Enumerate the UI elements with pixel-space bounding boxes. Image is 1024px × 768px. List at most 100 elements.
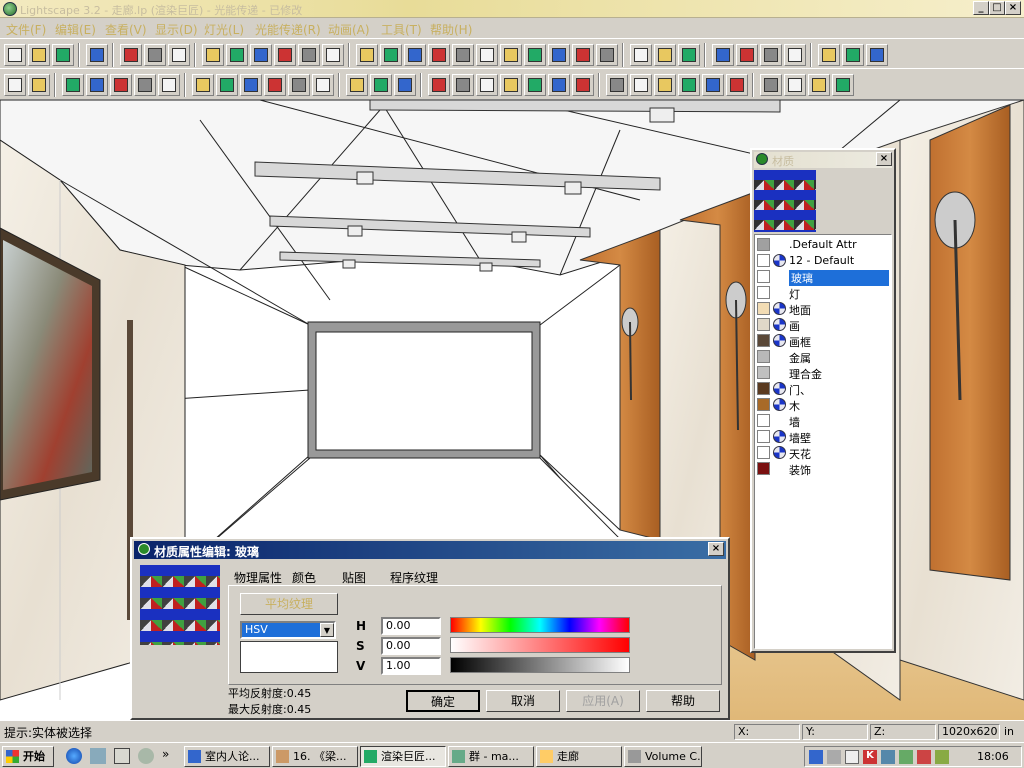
maximize-button[interactable]: □: [989, 1, 1005, 15]
select-scale-icon[interactable]: [288, 74, 310, 96]
tray-icon-6[interactable]: [899, 750, 913, 764]
zoom-region-icon[interactable]: [428, 44, 450, 66]
zoom-icon[interactable]: [452, 44, 474, 66]
select-pick-icon[interactable]: [312, 74, 334, 96]
hue-slider[interactable]: [450, 617, 630, 633]
new-icon[interactable]: [4, 44, 26, 66]
select-surface-icon[interactable]: [134, 74, 156, 96]
move-icon[interactable]: [370, 74, 392, 96]
select-move-icon[interactable]: [240, 74, 262, 96]
close-button[interactable]: ×: [1005, 1, 1021, 15]
material-list-item[interactable]: 金属: [755, 349, 891, 365]
fly-icon[interactable]: [524, 44, 546, 66]
cube-group-icon[interactable]: [678, 44, 700, 66]
view-textured-icon[interactable]: [274, 44, 296, 66]
material-list-item[interactable]: 天花: [755, 445, 891, 461]
person-stand-icon[interactable]: [702, 74, 724, 96]
light-aim-icon[interactable]: [630, 74, 652, 96]
menu-tools[interactable]: 工具(T): [381, 21, 422, 38]
material-list-item[interactable]: 画: [755, 317, 891, 333]
view-outline-icon[interactable]: [298, 44, 320, 66]
globe-icon[interactable]: [784, 74, 806, 96]
material-list-item[interactable]: 门、: [755, 381, 891, 397]
context-help-icon[interactable]: [168, 44, 190, 66]
rotate-view-icon[interactable]: [394, 74, 416, 96]
tray-icon-1[interactable]: [809, 750, 823, 764]
menu-help[interactable]: 帮助(H): [430, 21, 472, 38]
cancel-button[interactable]: 取消: [486, 690, 560, 712]
help-button[interactable]: 帮助: [646, 690, 720, 712]
v-input[interactable]: 1.00: [381, 657, 441, 675]
material-list-item[interactable]: 木: [755, 397, 891, 413]
person-run-icon[interactable]: [678, 74, 700, 96]
material-list-item[interactable]: 灯: [755, 285, 891, 301]
undo-icon[interactable]: [86, 44, 108, 66]
media-icon[interactable]: [138, 748, 154, 764]
menu-light[interactable]: 灯光(L): [204, 21, 244, 38]
tab-procedural[interactable]: 程序纹理: [390, 569, 438, 586]
tray-icon-8[interactable]: [935, 750, 949, 764]
print-icon[interactable]: [120, 44, 142, 66]
select-light-icon[interactable]: [192, 74, 214, 96]
apply-button[interactable]: 应用(A): [566, 690, 640, 712]
network-icon[interactable]: [881, 750, 895, 764]
material-list-item[interactable]: .Default Attr: [755, 237, 891, 253]
app-icon[interactable]: [3, 2, 17, 16]
axis-zx-icon[interactable]: [524, 74, 546, 96]
select-material-icon[interactable]: [110, 74, 132, 96]
zoom-extents-icon[interactable]: [572, 44, 594, 66]
ie-icon[interactable]: [66, 748, 82, 764]
menu-file[interactable]: 文件(F): [6, 21, 46, 38]
start-button[interactable]: 开始: [2, 746, 54, 767]
radiosity-go-icon[interactable]: [736, 44, 758, 66]
material-list[interactable]: .Default Attr 12 - Default 玻璃灯地面画画框 金属 理合金 门、…: [754, 234, 892, 649]
select-block-icon[interactable]: [62, 74, 84, 96]
dialog-close-button[interactable]: ×: [708, 542, 724, 556]
material-list-item[interactable]: 地面: [755, 301, 891, 317]
layers-stack-icon[interactable]: [760, 74, 782, 96]
material-list-item[interactable]: 12 - Default: [755, 253, 891, 269]
orbit-icon[interactable]: [380, 44, 402, 66]
radiosity-init-icon[interactable]: [712, 44, 734, 66]
walk-icon[interactable]: [500, 44, 522, 66]
axis-yz-icon[interactable]: [548, 74, 570, 96]
material-list-item[interactable]: 墙壁: [755, 429, 891, 445]
material-icon[interactable]: [818, 44, 840, 66]
radiosity-reset-icon[interactable]: [784, 44, 806, 66]
axis-aim-icon[interactable]: [572, 74, 594, 96]
axis-xy-icon[interactable]: [500, 74, 522, 96]
layer-icon[interactable]: [842, 44, 864, 66]
save-icon[interactable]: [52, 44, 74, 66]
taskbar-button[interactable]: 室内人论...: [184, 746, 270, 767]
axis-x-icon[interactable]: [428, 74, 450, 96]
tray-icon-7[interactable]: [917, 750, 931, 764]
select-rotate-icon[interactable]: [264, 74, 286, 96]
select-object-icon[interactable]: [158, 74, 180, 96]
taskbar-button[interactable]: 走廊: [536, 746, 622, 767]
rotate-icon[interactable]: [548, 44, 570, 66]
menu-display[interactable]: 显示(D): [155, 21, 198, 38]
material-list-item[interactable]: 玻璃: [755, 269, 891, 286]
material-list-item[interactable]: 装饰: [755, 461, 891, 477]
pointer-icon[interactable]: [832, 74, 854, 96]
select-icon[interactable]: [4, 74, 26, 96]
taskbar-button[interactable]: Volume C...: [624, 746, 702, 767]
material-list-item[interactable]: 墙: [755, 413, 891, 429]
axis-z-icon[interactable]: [476, 74, 498, 96]
outlook-icon[interactable]: [90, 748, 106, 764]
s-input[interactable]: 0.00: [381, 637, 441, 655]
view-solid-icon[interactable]: [226, 44, 248, 66]
view-shaded-icon[interactable]: [250, 44, 272, 66]
chevron-right-icon[interactable]: »: [162, 747, 169, 761]
desktop-icon[interactable]: [114, 748, 130, 764]
cube-outline-icon[interactable]: [630, 44, 652, 66]
tab-texture[interactable]: 贴图: [342, 569, 366, 586]
taskbar-button[interactable]: 渲染巨匠...: [360, 746, 446, 767]
material-panel-titlebar[interactable]: 材质 ×: [754, 152, 892, 168]
dialog-titlebar[interactable]: 材质属性编辑: 玻璃 ×: [134, 541, 726, 559]
menu-radiosity[interactable]: 光能传递(R): [255, 21, 321, 38]
menu-edit[interactable]: 编辑(E): [55, 21, 96, 38]
volume-icon[interactable]: [845, 750, 859, 764]
camera-icon[interactable]: [808, 74, 830, 96]
material-list-item[interactable]: 理合金: [755, 365, 891, 381]
